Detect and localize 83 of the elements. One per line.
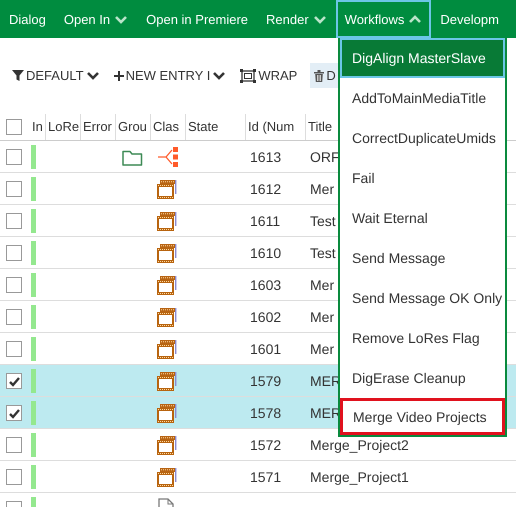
wrap-icon: [240, 68, 256, 82]
row-checkbox[interactable]: [6, 212, 22, 228]
title-cell: Merge_Project1: [310, 468, 409, 484]
menu-item[interactable]: DigAlign MasterSlave: [340, 38, 505, 78]
status-bar: [31, 272, 36, 296]
column-header[interactable]: In: [28, 114, 45, 140]
menu-tab[interactable]: Render: [257, 0, 336, 38]
menu-tab[interactable]: Developm: [431, 0, 508, 38]
menu-tab[interactable]: Open In: [54, 0, 138, 38]
column-header[interactable]: LoRe: [45, 114, 80, 140]
title-cell: Merge_Project2: [310, 436, 409, 452]
hierarchy-icon: [157, 146, 179, 168]
film-clip-icon: [157, 242, 177, 262]
chevron-down-icon: [114, 14, 128, 24]
row-checkbox[interactable]: [6, 308, 22, 324]
column-header[interactable]: Id (Num: [245, 114, 305, 140]
status-bar: [31, 464, 36, 488]
film-clip-icon: [157, 210, 177, 230]
row-checkbox[interactable]: [6, 148, 22, 164]
column-header[interactable]: Error: [80, 114, 115, 140]
id-cell: 1602: [250, 308, 282, 324]
title-cell: Mer: [310, 308, 334, 324]
chevron-down-icon: [312, 14, 327, 24]
chevron-down-icon: [86, 70, 100, 81]
row-checkbox[interactable]: [6, 372, 22, 388]
film-clip-icon: [157, 306, 177, 326]
id-cell: 1611: [250, 212, 280, 228]
title-cell: Mer: [310, 276, 334, 292]
menu-item[interactable]: Merge Video Projects: [340, 398, 505, 435]
status-bar: [31, 304, 36, 328]
id-cell: 1613: [250, 148, 282, 164]
column-header[interactable]: Grou: [115, 114, 150, 140]
film-clip-icon: [157, 274, 177, 294]
row-checkbox[interactable]: [6, 404, 22, 420]
title-cell: Mer: [310, 180, 334, 196]
id-cell: 1610: [250, 244, 282, 260]
chevron-down-icon: [212, 70, 226, 81]
plus-icon: [114, 70, 124, 80]
status-bar: [31, 176, 36, 200]
status-bar: [31, 240, 36, 264]
menu-tab[interactable]: Open in Premiere: [137, 0, 258, 38]
film-clip-icon: [157, 370, 177, 390]
status-bar: [31, 400, 36, 424]
film-clip-icon: [157, 178, 177, 198]
id-cell: 1579: [250, 372, 282, 388]
wrap-button[interactable]: WRAP: [237, 63, 300, 88]
status-bar: [31, 208, 36, 232]
menu-tab[interactable]: Workflows: [336, 0, 432, 38]
id-cell: 1571: [250, 468, 282, 484]
film-clip-icon: [157, 402, 177, 422]
status-bar: [31, 432, 36, 456]
status-bar: [31, 144, 36, 168]
id-cell: 1603: [250, 276, 282, 292]
film-clip-icon: [157, 466, 177, 486]
row-checkbox[interactable]: [6, 340, 22, 356]
film-clip-icon: [157, 434, 177, 454]
delete-button[interactable]: D: [310, 63, 340, 88]
column-header[interactable]: Clas: [150, 114, 185, 140]
menu-tab[interactable]: Dialog: [0, 0, 55, 38]
row-checkbox[interactable]: [6, 468, 22, 484]
film-clip-icon: [157, 338, 177, 358]
filter-icon: [12, 69, 24, 82]
id-cell: 1572: [250, 436, 282, 452]
table-row[interactable]: 1571 Merge_Project1: [0, 461, 516, 493]
title-cell: Test: [310, 244, 336, 260]
row-checkbox[interactable]: [6, 244, 22, 260]
row-checkbox[interactable]: [6, 180, 22, 196]
status-bar: [31, 368, 36, 392]
title-cell: Test: [310, 212, 336, 228]
column-header[interactable]: State: [185, 114, 245, 140]
id-cell: 1601: [250, 340, 282, 356]
status-bar: [31, 336, 36, 360]
select-all-checkbox[interactable]: [6, 118, 22, 134]
id-cell: 1612: [250, 180, 282, 196]
title-cell: ORF: [310, 148, 340, 164]
trash-icon: [314, 70, 324, 82]
chevron-up-icon: [408, 14, 422, 24]
new-button[interactable]: NEW ENTRY I: [110, 63, 230, 88]
id-cell: 1578: [250, 404, 282, 420]
title-cell: Mer: [310, 340, 334, 356]
row-checkbox[interactable]: [6, 436, 22, 452]
filter-button[interactable]: DEFAULT: [9, 63, 103, 88]
row-checkbox[interactable]: [6, 276, 22, 292]
